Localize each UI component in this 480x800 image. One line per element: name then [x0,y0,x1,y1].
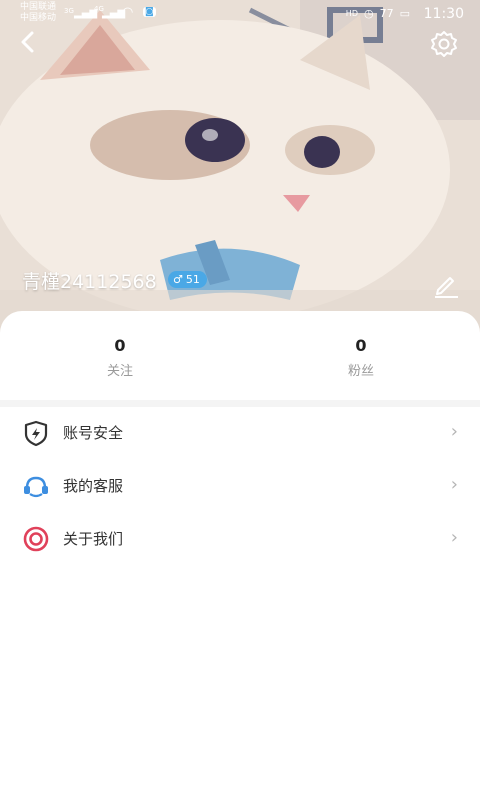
fans-stat[interactable]: 0 粉丝 [301,336,421,379]
app-notification-icon: ◙ [143,7,156,17]
alarm-icon: ◷ [363,7,374,20]
carrier-info: 中国联通 中国移动 [20,2,56,24]
follow-label: 关注 [106,364,133,379]
chevron-left-icon [21,31,34,53]
follow-stat[interactable]: 0 关注 [60,336,180,379]
profile-card: 0 关注 0 粉丝 账号安全 › 我的客服 › 关于我们 › [0,311,480,800]
menu-label-about-us: 关于我们 [63,530,124,548]
fans-count: 0 [355,336,367,355]
menu-label-customer-service: 我的客服 [63,477,124,495]
menu-list: 账号安全 › 我的客服 › 关于我们 › [0,407,480,566]
chevron-right-icon: › [450,474,458,495]
gear-icon [431,31,457,57]
chevron-right-icon: › [450,421,458,442]
network-type-1: 3G [64,7,74,15]
section-divider [0,400,480,407]
age-value: 51 [185,273,200,286]
wifi-icon: ◠ [122,5,134,20]
pencil-edit-icon [435,277,458,298]
target-icon [23,526,49,552]
edit-profile-button[interactable] [432,271,460,299]
settings-button[interactable] [430,30,462,62]
status-bar: 中国联通 中国移动 3G ▂▄▆ 4G ▂▄▆ ◠ ◙ HD ◷ 77 ▭ 11… [0,0,480,30]
status-right-icons: HD ◷ 77 ▭ [346,7,410,20]
back-button[interactable] [18,30,50,62]
clock: 11:30 [423,6,464,22]
profile-header-photo: 中国联通 中国移动 3G ▂▄▆ 4G ▂▄▆ ◠ ◙ HD ◷ 77 ▭ 11… [0,0,480,340]
follow-count: 0 [114,336,126,355]
fans-label: 粉丝 [347,364,374,379]
menu-item-about-us[interactable]: 关于我们 › [0,513,480,566]
stats-row: 0 关注 0 粉丝 [0,311,480,400]
chevron-right-icon: › [450,527,458,548]
carrier-2: 中国移动 [20,13,57,23]
battery-level: 77 [379,7,394,20]
menu-item-account-security[interactable]: 账号安全 › [0,407,480,460]
hd-icon: HD [345,9,358,18]
menu-label-account-security: 账号安全 [63,424,124,442]
shield-lightning-icon [24,420,48,447]
male-icon: ♂ [173,273,183,286]
menu-item-customer-service[interactable]: 我的客服 › [0,460,480,513]
gender-age-badge: ♂ 51 [168,271,207,288]
headset-icon [24,476,48,498]
username: 青槿24112568 [22,271,157,293]
battery-icon: ▭ [399,7,410,20]
carrier-1: 中国联通 [20,2,57,12]
